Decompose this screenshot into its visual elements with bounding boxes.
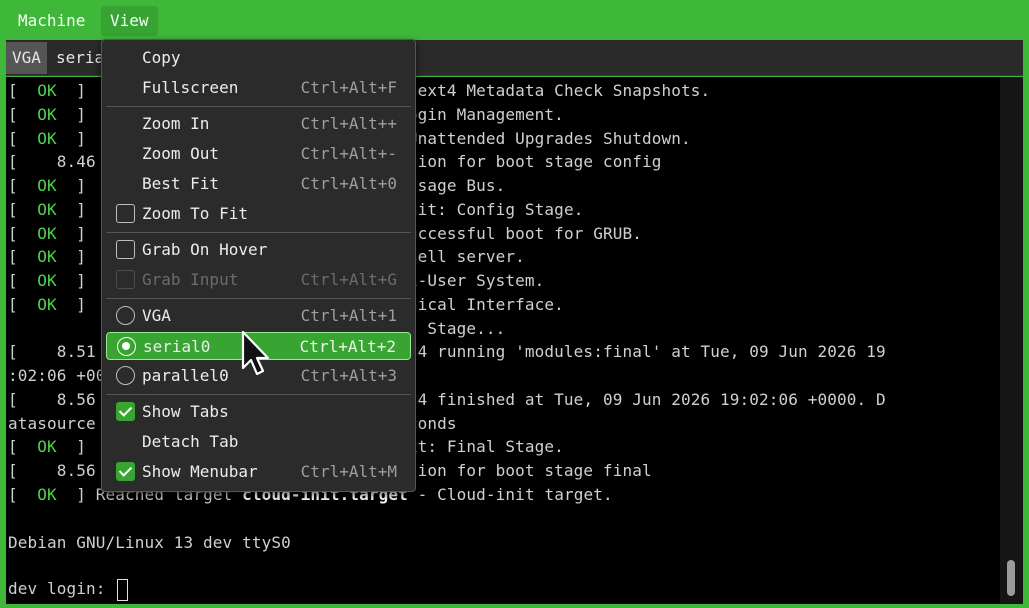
- menu-item-label: Fullscreen: [142, 78, 239, 97]
- menu-machine[interactable]: Machine: [9, 6, 94, 36]
- ok-status: OK: [37, 105, 57, 124]
- ok-status: OK: [37, 176, 57, 195]
- console-text: atasource: [8, 414, 96, 433]
- grab-input-checkbox: [116, 270, 135, 289]
- ok-status: OK: [37, 129, 57, 148]
- menu-item-label: Grab On Hover: [142, 240, 268, 259]
- menu-item-label: Copy: [142, 48, 181, 67]
- view-menu: Copy Fullscreen Ctrl+Alt+F Zoom In Ctrl+…: [101, 39, 416, 492]
- text-cursor: [117, 578, 129, 601]
- menu-item-label: VGA: [142, 306, 171, 325]
- window-frame: [0, 604, 1029, 608]
- menu-item-label: Best Fit: [142, 174, 220, 193]
- mouse-pointer-icon: [241, 330, 270, 376]
- menu-item-shortcut: Ctrl+Alt+F: [300, 78, 397, 97]
- show-tabs-checkbox[interactable]: [116, 402, 135, 421]
- console-line: :02:06 +00: [8, 365, 106, 387]
- menu-item-label: serial0: [143, 337, 211, 356]
- ok-status: OK: [37, 81, 57, 100]
- console-timestamp: 8.51: [56, 342, 96, 361]
- scrollbar-thumb[interactable]: [1007, 560, 1015, 596]
- zoom-to-fit-checkbox[interactable]: [116, 204, 135, 223]
- menu-item-shortcut: Ctrl+Alt+1: [300, 306, 397, 325]
- menu-item-shortcut: Ctrl+Alt+0: [300, 174, 397, 193]
- menu-item-fullscreen[interactable]: Fullscreen Ctrl+Alt+F: [106, 74, 411, 102]
- console-text: :02:06 +00: [8, 366, 106, 385]
- menu-item-label: Zoom In: [142, 114, 210, 133]
- menu-separator: [106, 394, 411, 395]
- menu-item-label: Show Menubar: [142, 462, 258, 481]
- menu-item-label: Show Tabs: [142, 402, 229, 421]
- menu-item-best-fit[interactable]: Best Fit Ctrl+Alt+0: [106, 170, 411, 198]
- parallel0-radio[interactable]: [116, 366, 135, 385]
- login-prompt: dev login:: [8, 579, 116, 598]
- menu-item-copy[interactable]: Copy: [106, 44, 411, 72]
- grab-on-hover-checkbox[interactable]: [116, 240, 135, 259]
- menu-view[interactable]: View: [101, 6, 158, 36]
- menu-item-detach-tab[interactable]: Detach Tab: [106, 428, 411, 456]
- menu-item-shortcut: Ctrl+Alt++: [300, 114, 397, 133]
- ok-status: OK: [37, 295, 57, 314]
- menu-item-label: Detach Tab: [142, 432, 239, 451]
- menu-item-zoom-to-fit[interactable]: Zoom To Fit: [106, 200, 411, 228]
- menu-item-vga[interactable]: VGA Ctrl+Alt+1: [106, 302, 411, 330]
- ok-status: OK: [37, 247, 57, 266]
- menu-item-zoom-out[interactable]: Zoom Out Ctrl+Alt+-: [106, 140, 411, 168]
- menu-separator: [106, 232, 411, 233]
- menu-item-grab-on-hover[interactable]: Grab On Hover: [106, 236, 411, 264]
- menu-item-label: Zoom To Fit: [142, 204, 248, 223]
- ok-status: OK: [37, 485, 57, 504]
- menu-item-grab-input: Grab Input Ctrl+Alt+G: [106, 266, 411, 294]
- menu-item-label: parallel0: [142, 366, 229, 385]
- console-text: - Unattended Upgrades Shutdown.: [378, 129, 691, 148]
- menu-separator: [106, 106, 411, 107]
- ok-status: OK: [37, 437, 57, 456]
- tab-vga[interactable]: VGA: [6, 42, 47, 74]
- menu-item-shortcut: Ctrl+Alt+3: [300, 366, 397, 385]
- ok-status: OK: [37, 200, 57, 219]
- os-banner: Debian GNU/Linux 13 dev ttyS0: [8, 533, 291, 552]
- console-timestamp: 8.46: [56, 152, 96, 171]
- show-menubar-checkbox[interactable]: [116, 462, 135, 481]
- menu-item-shortcut: Ctrl+Alt+-: [300, 144, 397, 163]
- serial0-radio[interactable]: [117, 337, 136, 356]
- menu-item-shortcut: Ctrl+Alt+M: [300, 462, 397, 481]
- ok-status: OK: [37, 224, 57, 243]
- login-line[interactable]: dev login:: [8, 578, 129, 601]
- console-text: - Cloud-init target.: [407, 485, 613, 504]
- vga-radio[interactable]: [116, 306, 135, 325]
- menu-item-label: Grab Input: [142, 270, 239, 289]
- menu-separator: [106, 298, 411, 299]
- menu-item-label: Zoom Out: [142, 144, 220, 163]
- menu-item-shortcut: Ctrl+Alt+2: [299, 337, 396, 356]
- menubar: Machine View: [0, 0, 1029, 40]
- menu-item-zoom-in[interactable]: Zoom In Ctrl+Alt++: [106, 110, 411, 138]
- console-timestamp: 8.56: [56, 461, 96, 480]
- menu-item-show-menubar[interactable]: Show Menubar Ctrl+Alt+M: [106, 458, 411, 486]
- console-timestamp: 8.56: [56, 390, 96, 409]
- menu-item-shortcut: Ctrl+Alt+G: [300, 270, 397, 289]
- console-scrollbar[interactable]: [1000, 77, 1023, 604]
- menu-item-show-tabs[interactable]: Show Tabs: [106, 398, 411, 426]
- ok-status: OK: [37, 271, 57, 290]
